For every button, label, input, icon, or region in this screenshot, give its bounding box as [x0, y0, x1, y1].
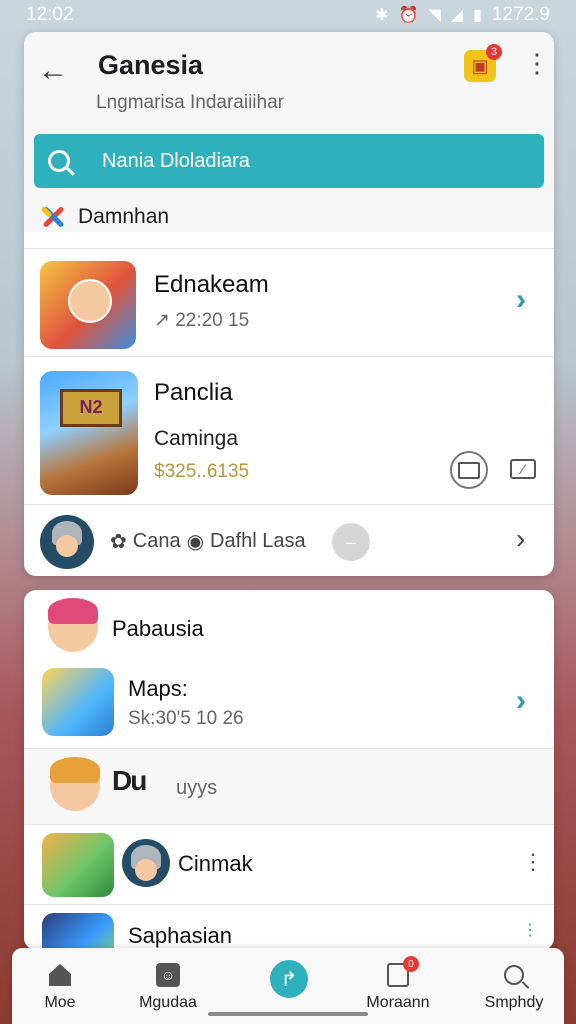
chip-label[interactable]: Dafhl Lasa [210, 530, 306, 553]
minus-icon[interactable]: – [332, 523, 370, 561]
more-options-icon[interactable]: ⋮ [522, 851, 544, 873]
nav-mgudaa[interactable]: ☺ Mgudaa [118, 962, 218, 1012]
item-title: Ednakeam [154, 271, 269, 298]
brand-logo: Du [112, 765, 147, 796]
share-icon[interactable]: ↱ [270, 960, 308, 998]
chip-label[interactable]: Cana [133, 530, 181, 553]
item-price: $325..6135 [154, 461, 250, 482]
search-bar[interactable]: Nania Dloladiara [34, 134, 544, 188]
chevron-right-icon[interactable]: › [516, 283, 526, 317]
home-icon [49, 964, 71, 986]
main-card: ← Ganesia Lngmarisa Indaraiiihar ▣ 3 ⋮ N… [24, 32, 554, 576]
footer-row[interactable]: ✿ Cana ◉ Dafhl Lasa – › [24, 504, 554, 576]
nav-moraann[interactable]: 0 Moraann [348, 956, 448, 1012]
edit-icon[interactable]: ⁄ [510, 459, 536, 479]
list-item[interactable]: N2 Panclia Caminga $325..6135 ⁄ [24, 356, 554, 505]
chevron-right-icon[interactable]: › [516, 684, 526, 718]
section-title: Pabausia [112, 616, 204, 641]
back-arrow-icon[interactable]: ← [38, 54, 68, 88]
search-text: Nania Dloladiara [102, 149, 250, 172]
list-item[interactable]: Saphasian ⋮ [24, 904, 554, 950]
game-thumbnail [42, 833, 114, 897]
tab-icon: 0 [387, 956, 419, 987]
nav-home[interactable]: Moe [10, 962, 110, 1012]
bag-icon: ▣ [471, 55, 489, 76]
item-subtitle: Caminga [154, 427, 239, 450]
app-thumbnail [42, 668, 114, 736]
brand-x-icon [40, 204, 66, 230]
search-icon [504, 965, 524, 985]
nav-label: Moraann [366, 994, 430, 1011]
list-item[interactable]: Du uyys [24, 748, 554, 825]
game-thumbnail [40, 261, 136, 349]
list-item[interactable]: Maps: Sk:30'5 10 26 › [24, 664, 554, 748]
home-indicator [208, 1012, 368, 1016]
page-title: Ganesia [98, 50, 204, 80]
game-thumbnail: N2 [40, 371, 138, 495]
battery-icon: ▮ [473, 7, 482, 24]
signal-icon: ◢ [450, 7, 464, 24]
item-title: Cinmak [178, 851, 253, 876]
item-title: Saphasian [128, 923, 232, 948]
status-icons: ✱ ⏰ ◥ ◢ ▮ 1272.9 [375, 4, 550, 26]
search-icon [48, 150, 70, 172]
section-header: Pabausia [24, 590, 554, 664]
item-meta: Sk:30'5 10 26 [128, 708, 244, 729]
puzzle-icon: ✿ [110, 531, 127, 553]
brand-suffix: uyys [176, 777, 218, 799]
chip-group: ✿ Cana ◉ Dafhl Lasa [110, 529, 306, 554]
notification-badge: 3 [486, 44, 502, 60]
list-item[interactable]: Cinmak ⋮ [24, 824, 554, 905]
bluetooth-icon: ✱ [375, 7, 389, 24]
avatar [50, 757, 100, 811]
section-header: Damnhan [40, 204, 169, 230]
more-menu-icon[interactable]: ⋮ [524, 50, 550, 76]
alarm-icon: ⏰ [398, 7, 419, 24]
section-title: Damnhan [78, 205, 170, 228]
item-title: Maps: [128, 676, 188, 701]
nav-label: Mgudaa [139, 994, 197, 1011]
game-logo: N2 [60, 389, 122, 427]
avatar [48, 598, 98, 652]
avatar [122, 839, 170, 887]
page-subtitle: Lngmarisa Indaraiiihar [96, 92, 284, 113]
item-title: Panclia [154, 379, 233, 406]
nav-label: Moe [44, 994, 76, 1011]
nav-label: Smphdy [484, 994, 544, 1011]
status-clock: 1272.9 [491, 4, 550, 25]
list-item[interactable]: Ednakeam ↗ 22:20 15 › [24, 248, 554, 357]
box-icon: ☺ [156, 963, 180, 987]
more-options-icon[interactable]: ⋮ [522, 923, 538, 939]
nav-badge: 0 [403, 956, 419, 972]
screen-icon[interactable] [450, 451, 488, 489]
chat-icon: ◉ [186, 531, 205, 553]
app-header: ← Ganesia Lngmarisa Indaraiiihar ▣ 3 ⋮ N… [24, 32, 554, 232]
notification-button[interactable]: ▣ 3 [464, 44, 502, 82]
game-thumbnail [42, 913, 114, 950]
status-bar: 12:02 ✱ ⏰ ◥ ◢ ▮ 1272.9 [0, 0, 576, 30]
chevron-right-icon[interactable]: › [516, 523, 525, 555]
avatar [40, 515, 94, 569]
secondary-card: Pabausia Maps: Sk:30'5 10 26 › Du uyys C… [24, 590, 554, 950]
wifi-icon: ◥ [428, 7, 441, 24]
nav-search[interactable]: Smphdy [464, 962, 564, 1012]
status-time: 12:02 [26, 4, 74, 25]
item-meta: ↗ 22:20 15 [154, 310, 250, 331]
